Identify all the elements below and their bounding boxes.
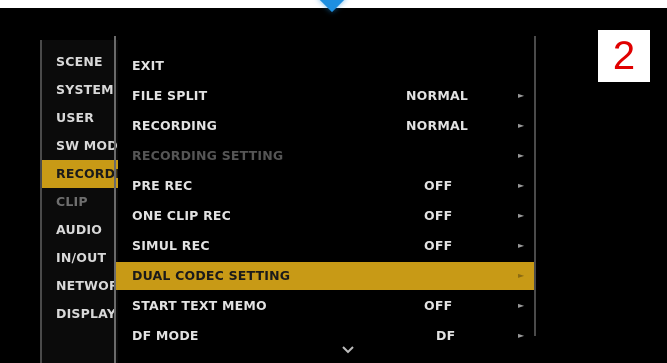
main-menu-item-sw-mode[interactable]: SW MODE (42, 132, 118, 160)
arrow-right-icon: ► (518, 301, 525, 310)
chevron-down-icon[interactable] (342, 346, 354, 356)
main-menu-item-clip[interactable]: CLIP (42, 188, 118, 216)
sub-menu-item-value: OFF (424, 208, 453, 223)
arrow-right-icon: ► (518, 151, 525, 160)
main-menu-item-in-out[interactable]: IN/OUT (42, 244, 118, 272)
main-menu-item-recording[interactable]: RECORDING (42, 160, 118, 188)
sub-menu-column: EXIT FILE SPLIT NORMAL ► RECORDING NORMA… (116, 40, 534, 363)
main-menu-item-network[interactable]: NETWORK (42, 272, 118, 300)
sub-menu-item-label: FILE SPLIT (132, 88, 208, 103)
camera-menu-screen: SCENE SYSTEM USER SW MODE RECORDING CLIP… (0, 0, 667, 363)
arrow-right-icon: ► (518, 121, 525, 130)
sub-menu-item-pre-rec[interactable]: PRE REC OFF ► (116, 172, 534, 200)
sub-menu-item-value: OFF (424, 298, 453, 313)
sub-menu-item-value: DF (436, 328, 456, 343)
sub-menu-item-exit[interactable]: EXIT (116, 52, 534, 80)
sub-menu-item-label: RECORDING SETTING (132, 148, 284, 163)
sub-menu-item-value: NORMAL (406, 118, 468, 133)
sub-menu-item-label: DUAL CODEC SETTING (132, 268, 291, 283)
sub-menu-item-dual-codec-setting[interactable]: DUAL CODEC SETTING ► (116, 262, 534, 290)
sub-menu-item-start-text-memo[interactable]: START TEXT MEMO OFF ► (116, 292, 534, 320)
sub-menu-item-df-mode[interactable]: DF MODE DF ► (116, 322, 534, 350)
sub-menu-item-file-split[interactable]: FILE SPLIT NORMAL ► (116, 82, 534, 110)
sub-menu-item-label: SIMUL REC (132, 238, 210, 253)
arrow-right-icon: ► (518, 331, 525, 340)
arrow-right-icon: ► (518, 211, 525, 220)
main-menu-item-user[interactable]: USER (42, 104, 118, 132)
main-menu-item-audio[interactable]: AUDIO (42, 216, 118, 244)
sub-menu-item-value: OFF (424, 238, 453, 253)
sub-menu-item-label: START TEXT MEMO (132, 298, 267, 313)
sub-menu-item-one-clip-rec[interactable]: ONE CLIP REC OFF ► (116, 202, 534, 230)
sub-menu-item-label: ONE CLIP REC (132, 208, 232, 223)
sub-menu-item-label: DF MODE (132, 328, 199, 343)
sub-menu-item-label: EXIT (132, 58, 165, 73)
sub-menu-item-recording[interactable]: RECORDING NORMAL ► (116, 112, 534, 140)
sub-menu-item-label: PRE REC (132, 178, 193, 193)
arrow-right-icon: ► (518, 91, 525, 100)
sub-menu-item-simul-rec[interactable]: SIMUL REC OFF ► (116, 232, 534, 260)
main-menu-item-system[interactable]: SYSTEM (42, 76, 118, 104)
main-menu-item-display[interactable]: DISPLAY (42, 300, 118, 328)
main-menu-item-scene[interactable]: SCENE (42, 48, 118, 76)
sub-menu-item-label: RECORDING (132, 118, 218, 133)
arrow-right-icon: ► (518, 181, 525, 190)
arrow-right-icon: ► (518, 271, 525, 280)
sub-menu-item-value: NORMAL (406, 88, 468, 103)
sub-menu-item-recording-setting: RECORDING SETTING ► (116, 142, 534, 170)
sub-menu-item-value: OFF (424, 178, 453, 193)
main-menu-column: SCENE SYSTEM USER SW MODE RECORDING CLIP… (40, 40, 118, 363)
arrow-right-icon: ► (518, 241, 525, 250)
step-number-badge: 2 (598, 30, 650, 82)
